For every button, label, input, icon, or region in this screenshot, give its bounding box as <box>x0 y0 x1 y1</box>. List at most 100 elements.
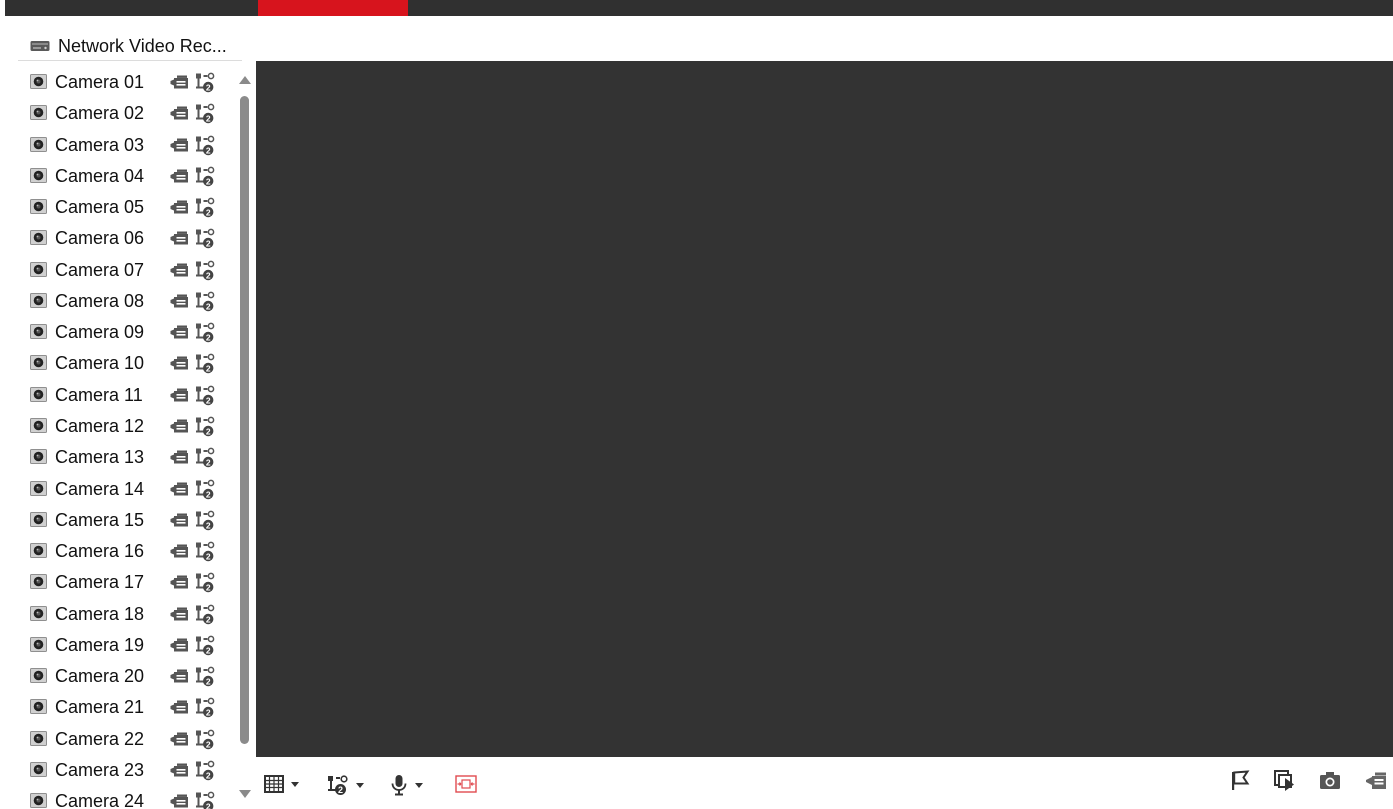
record-icon[interactable] <box>170 513 189 527</box>
record-icon[interactable] <box>170 200 189 214</box>
svg-text:2: 2 <box>206 239 211 249</box>
stream-icon[interactable]: 2 <box>195 666 216 687</box>
record-icon[interactable] <box>170 388 189 402</box>
record-icon[interactable] <box>170 169 189 183</box>
stream-icon[interactable]: 2 <box>195 353 216 374</box>
stream-icon[interactable]: 2 <box>195 697 216 718</box>
camera-list-item[interactable]: Camera 15 2 <box>18 505 236 535</box>
record-icon[interactable] <box>170 450 189 464</box>
record-icon[interactable] <box>170 607 189 621</box>
record-icon[interactable] <box>170 700 189 714</box>
next-page-button[interactable] <box>1274 770 1296 792</box>
stream-icon[interactable]: 2 <box>195 228 216 249</box>
stream-icon[interactable]: 2 <box>195 322 216 343</box>
stream-icon[interactable]: 2 <box>195 385 216 406</box>
stream-icon[interactable]: 2 <box>195 760 216 781</box>
camera-list-item[interactable]: Camera 16 2 <box>18 536 236 566</box>
camera-icon <box>30 417 47 433</box>
stream-icon[interactable]: 2 <box>195 572 216 593</box>
camera-name: Camera 15 <box>55 509 145 530</box>
fit-to-window-button[interactable] <box>455 775 477 793</box>
camera-list-item[interactable]: Camera 05 2 <box>18 192 236 222</box>
microphone-icon <box>391 775 407 796</box>
record-icon[interactable] <box>170 75 189 89</box>
camera-list-item[interactable]: Camera 07 2 <box>18 255 236 285</box>
stream-icon[interactable]: 2 <box>195 197 216 218</box>
stream-icon[interactable]: 2 <box>195 635 216 656</box>
record-icon[interactable] <box>170 763 189 777</box>
device-node[interactable]: Network Video Rec... <box>30 33 227 59</box>
camera-list-item[interactable]: Camera 11 2 <box>18 380 236 410</box>
camera-list-item[interactable]: Camera 19 2 <box>18 630 236 660</box>
camera-list-item[interactable]: Camera 14 2 <box>18 474 236 504</box>
camera-list-item[interactable]: Camera 02 2 <box>18 98 236 128</box>
camera-list-item[interactable]: Camera 17 2 <box>18 567 236 597</box>
stream-icon[interactable]: 2 <box>195 72 216 93</box>
svg-text:2: 2 <box>206 614 211 624</box>
stream-icon[interactable]: 2 <box>195 447 216 468</box>
record-icon[interactable] <box>170 575 189 589</box>
live-view-window[interactable] <box>256 61 1393 757</box>
stream-icon[interactable]: 2 <box>195 541 216 562</box>
camera-list-item[interactable]: Camera 22 2 <box>18 724 236 754</box>
stream-icon[interactable]: 2 <box>195 166 216 187</box>
record-icon[interactable] <box>170 294 189 308</box>
stream-icon[interactable]: 2 <box>195 604 216 625</box>
stream-icon[interactable]: 2 <box>195 510 216 531</box>
camera-list-item[interactable]: Camera 04 2 <box>18 161 236 191</box>
record-icon[interactable] <box>170 669 189 683</box>
record-icon[interactable] <box>170 794 189 808</box>
camera-name: Camera 12 <box>55 415 145 436</box>
active-nav-tab[interactable] <box>258 0 408 16</box>
camera-icon <box>30 574 47 590</box>
scroll-up-arrow-icon[interactable] <box>239 76 251 84</box>
stream-select-button[interactable]: 2 <box>327 774 364 796</box>
stream-icon[interactable]: 2 <box>195 479 216 500</box>
record-icon[interactable] <box>170 482 189 496</box>
camera-list-item[interactable]: Camera 03 2 <box>18 130 236 160</box>
stream-icon[interactable]: 2 <box>195 791 216 809</box>
stream-icon[interactable]: 2 <box>195 260 216 281</box>
record-icon[interactable] <box>170 138 189 152</box>
camera-list-item[interactable]: Camera 23 2 <box>18 755 236 785</box>
camera-list-scrollbar[interactable] <box>238 72 252 809</box>
scroll-thumb[interactable] <box>240 96 249 744</box>
scroll-down-arrow-icon[interactable] <box>239 790 251 798</box>
camera-list-item[interactable]: Camera 18 2 <box>18 599 236 629</box>
record-icon[interactable] <box>170 231 189 245</box>
audio-button[interactable] <box>390 774 423 796</box>
record-icon[interactable] <box>170 419 189 433</box>
record-icon[interactable] <box>170 356 189 370</box>
record-icon[interactable] <box>170 638 189 652</box>
record-icon[interactable] <box>170 544 189 558</box>
record-icon[interactable] <box>170 106 189 120</box>
camera-list-item[interactable]: Camera 12 2 <box>18 411 236 441</box>
window-layout-button[interactable] <box>264 775 299 793</box>
camera-list-item[interactable]: Camera 09 2 <box>18 317 236 347</box>
camera-list[interactable]: Camera 01 2 Camera 02 2 Camera 03 2 Came… <box>18 67 236 809</box>
record-all-button[interactable] <box>1365 771 1387 790</box>
camera-icon <box>30 449 47 465</box>
stream-icon[interactable]: 2 <box>195 291 216 312</box>
stop-all-button[interactable] <box>1230 770 1250 792</box>
capture-button[interactable] <box>1319 771 1341 790</box>
camera-list-item[interactable]: Camera 24 2 <box>18 786 236 809</box>
record-icon[interactable] <box>170 732 189 746</box>
camera-list-item[interactable]: Camera 01 2 <box>18 67 236 97</box>
stream-icon[interactable]: 2 <box>195 729 216 750</box>
camera-list-item[interactable]: Camera 10 2 <box>18 348 236 378</box>
svg-text:2: 2 <box>206 770 211 780</box>
camera-icon <box>30 355 47 371</box>
stream-icon[interactable]: 2 <box>195 103 216 124</box>
stream-icon[interactable]: 2 <box>195 416 216 437</box>
camera-list-item[interactable]: Camera 08 2 <box>18 286 236 316</box>
record-icon[interactable] <box>170 263 189 277</box>
record-icon[interactable] <box>170 325 189 339</box>
camera-list-item[interactable]: Camera 13 2 <box>18 442 236 472</box>
camera-list-item[interactable]: Camera 20 2 <box>18 661 236 691</box>
camera-list-item[interactable]: Camera 06 2 <box>18 223 236 253</box>
camera-icon <box>30 605 47 621</box>
stream-icon[interactable]: 2 <box>195 135 216 156</box>
camera-list-item[interactable]: Camera 21 2 <box>18 692 236 722</box>
chevron-down-icon <box>291 781 299 787</box>
